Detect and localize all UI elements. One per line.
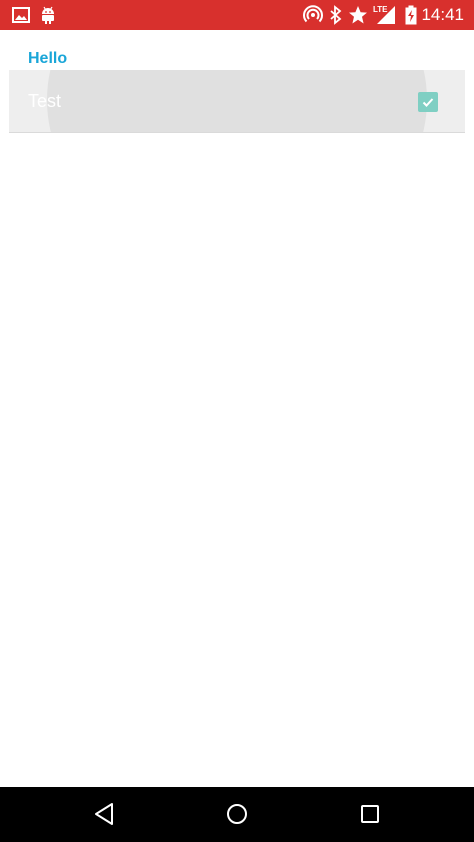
home-icon[interactable]: [222, 799, 252, 829]
preference-screen: Hello Test: [0, 30, 474, 787]
hotspot-icon: [303, 5, 323, 25]
image-icon: [11, 5, 31, 25]
back-icon[interactable]: [89, 799, 119, 829]
navigation-bar: [0, 787, 474, 842]
status-time: 14:41: [421, 5, 464, 24]
checkbox-preference-test[interactable]: Test: [9, 70, 465, 133]
bluetooth-icon: [326, 5, 346, 25]
check-icon: [422, 98, 434, 107]
checkbox[interactable]: [418, 92, 438, 112]
status-bar: LTE 14:41: [0, 0, 474, 30]
recents-icon[interactable]: [355, 799, 385, 829]
battery-icon: [401, 5, 421, 25]
signal-icon: LTE: [373, 5, 397, 25]
android-icon: [38, 5, 58, 25]
touch-ripple: [47, 70, 427, 132]
star-icon: [348, 5, 368, 25]
preference-title: Test: [28, 91, 62, 111]
network-type-label: LTE: [373, 5, 388, 14]
preference-category-title: Hello: [28, 50, 68, 67]
